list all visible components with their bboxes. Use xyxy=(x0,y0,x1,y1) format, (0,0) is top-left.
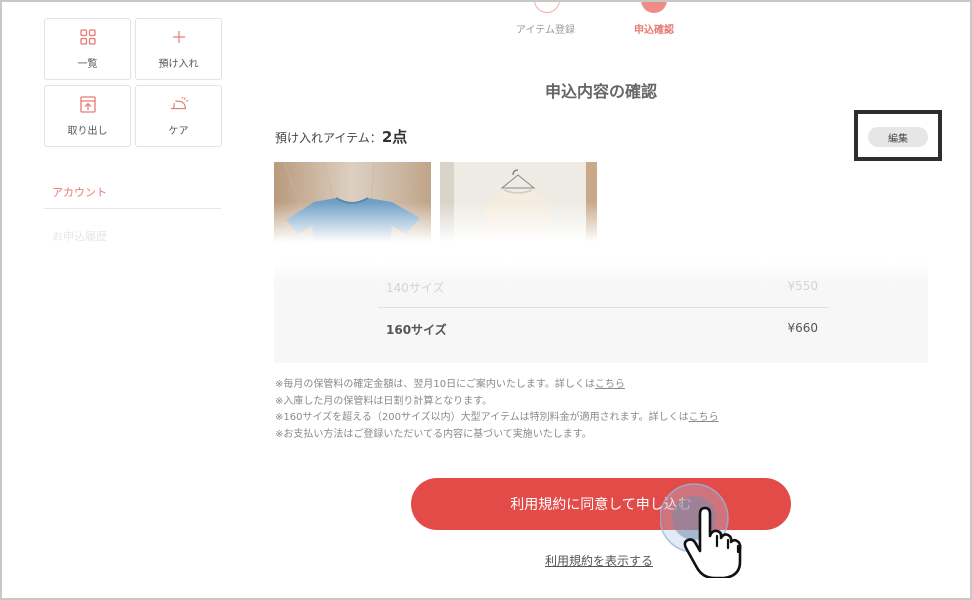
note-link[interactable]: こちら xyxy=(595,379,625,390)
deposit-count-line: 預け入れアイテム：2点 xyxy=(275,126,407,147)
item-photo-sweater[interactable] xyxy=(440,162,597,242)
note-text: ※160サイズを超える（200サイズ以内）大型アイテムは特別料金が適用されます。… xyxy=(275,412,689,423)
step-confirm-label: 申込確認 xyxy=(634,25,674,36)
step-confirm-marker xyxy=(641,0,667,13)
note-line: ※お支払い方法はご登録いただいてる内容に基づいて実施いたします。 xyxy=(275,428,592,440)
item-photo-tshirt[interactable] xyxy=(274,162,431,242)
sidebar-item-account[interactable]: アカウント xyxy=(52,184,107,200)
grid-icon xyxy=(78,28,98,46)
page-title: 申込内容の確認 xyxy=(544,82,657,101)
step-item-register-label: アイテム登録 xyxy=(516,25,575,36)
note-line: ※毎月の保管料の確定金額は、翌月10日にご案内いたします。詳しくはこちら xyxy=(275,377,719,394)
sidebar-tile-label: 預け入れ xyxy=(158,59,199,70)
price-size: 160サイズ xyxy=(386,323,447,337)
price-size: 140サイズ xyxy=(386,281,445,295)
price-value: ¥660 xyxy=(787,321,818,335)
sidebar-tile-deposit[interactable]: 預け入れ xyxy=(135,18,222,80)
show-terms-link[interactable]: 利用規約を表示する xyxy=(545,552,653,569)
sidebar-tile-label: 取り出し xyxy=(67,126,108,137)
note-line: ※入庫した月の保管料は日割り計算となります。 xyxy=(275,395,493,407)
price-row-160: 160サイズ ¥660 xyxy=(386,321,818,338)
price-row-140: 140サイズ ¥550 xyxy=(386,279,818,296)
sidebar-tile-label: 一覧 xyxy=(77,59,98,70)
price-table: 140サイズ ¥550 160サイズ ¥660 xyxy=(274,262,928,363)
sidebar-tile-label: ケア xyxy=(168,126,189,137)
plus-icon xyxy=(169,28,189,46)
sidebar-tile-list[interactable]: 一覧 xyxy=(44,18,131,80)
edit-button[interactable]: 編集 xyxy=(868,127,928,147)
note-line: ※160サイズを超える（200サイズ以内）大型アイテムは特別料金が適用されます。… xyxy=(275,410,719,427)
deposit-count: 2点 xyxy=(381,128,408,146)
step-item-register-marker xyxy=(534,0,560,13)
sidebar-divider xyxy=(44,208,221,209)
deposit-label: 預け入れアイテム： xyxy=(275,131,382,145)
price-value: ¥550 xyxy=(787,279,818,293)
note-link[interactable]: こちら xyxy=(689,412,719,423)
note-text: ※毎月の保管料の確定金額は、翌月10日にご案内いたします。詳しくは xyxy=(275,379,595,390)
agree-and-apply-button[interactable]: 利用規約に同意して申し込む xyxy=(411,478,791,530)
notes-block: ※毎月の保管料の確定金額は、翌月10日にご案内いたします。詳しくはこちら ※入庫… xyxy=(275,377,719,443)
price-divider xyxy=(378,307,828,308)
sidebar-item-history[interactable]: お申込履歴 xyxy=(52,228,107,244)
